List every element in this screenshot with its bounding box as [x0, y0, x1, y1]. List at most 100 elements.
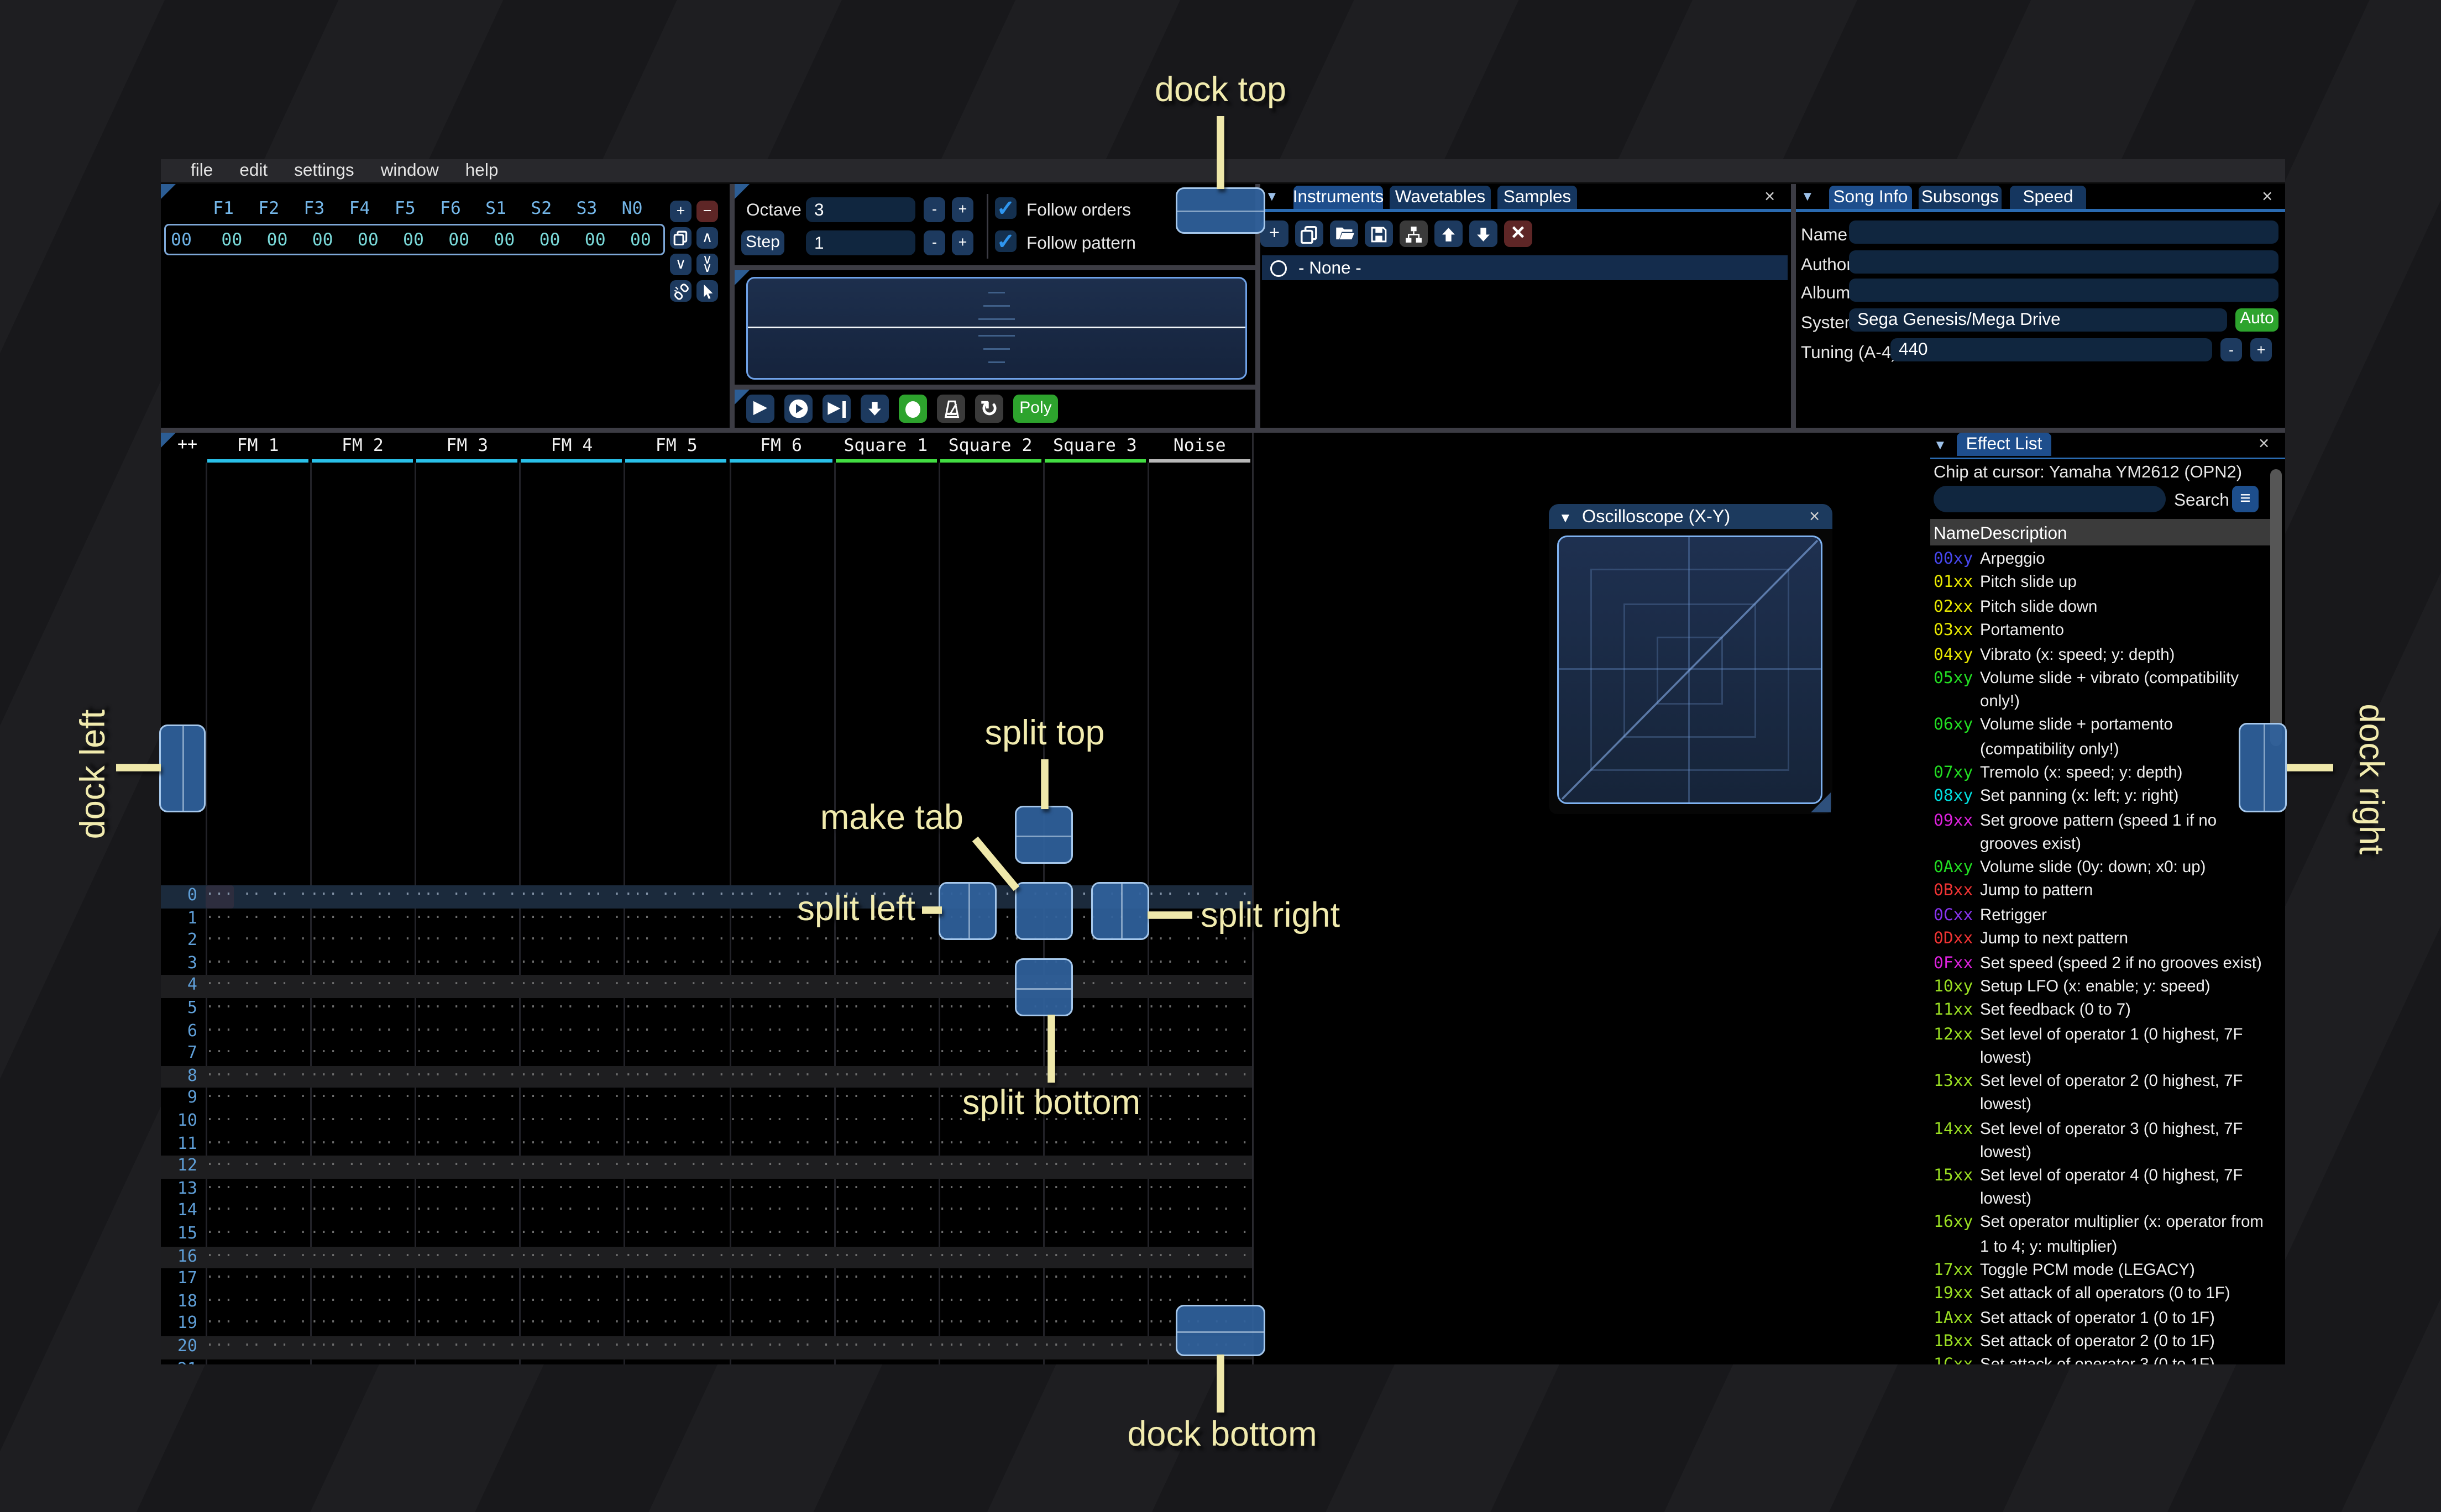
pattern-cell[interactable]: ··· ·· ·· ·· ··: [1148, 1156, 1252, 1179]
split-target-right[interactable]: [1091, 882, 1149, 940]
dock-target-bottom[interactable]: [1176, 1305, 1265, 1356]
order-cell[interactable]: 00: [254, 230, 300, 250]
pattern-cell[interactable]: ··· ·· ·· ·· ··: [1043, 1336, 1147, 1359]
pattern-cell[interactable]: ··· ·· ·· ·· ··: [310, 1246, 415, 1269]
pattern-cell[interactable]: ··· ·· ·· ·· ··: [415, 1201, 520, 1224]
panel-separator[interactable]: [1791, 184, 1796, 428]
oscilloscope-xy-window[interactable]: ▼ Oscilloscope (X-Y) ×: [1549, 504, 1832, 814]
panel-separator[interactable]: [730, 184, 735, 428]
octave-minus-button[interactable]: -: [924, 197, 945, 222]
split-target-top[interactable]: [1015, 806, 1073, 864]
pattern-cell[interactable]: ··· ·· ·· ·· ··: [1148, 1133, 1252, 1156]
pattern-cell[interactable]: ··· ·· ·· ·· ··: [206, 1111, 310, 1133]
panel-separator[interactable]: [735, 385, 1255, 390]
tab-samples[interactable]: Samples: [1497, 186, 1577, 209]
octave-input[interactable]: 3: [806, 197, 915, 222]
step-input[interactable]: 1: [806, 230, 915, 255]
pattern-cell[interactable]: ··· ·· ·· ·· ··: [624, 1336, 729, 1359]
close-icon[interactable]: ×: [2259, 435, 2269, 454]
pattern-cell[interactable]: ··· ·· ·· ·· ··: [206, 1065, 310, 1088]
pattern-cell[interactable]: ··· ·· ·· ·· ··: [938, 1156, 1043, 1179]
pattern-cell[interactable]: ··· ·· ·· ·· ··: [310, 1156, 415, 1179]
pattern-grid[interactable]: 0 ··· ·· ·· · · ·· ·· · · · ·· · · · ·· · · ·· ··…: [161, 463, 1252, 1364]
collapse-icon[interactable]: ▼: [1801, 190, 1814, 204]
pattern-cell[interactable]: ··· ·· ·· ·· ··: [310, 998, 415, 1021]
pattern-cell[interactable]: ··· ·· ·· ·· ··: [415, 1359, 520, 1364]
pattern-cell[interactable]: ··· ·· ·· ·· ··: [938, 1269, 1043, 1292]
pattern-cell[interactable]: ··· ·· ·· ·· ··: [520, 908, 624, 931]
pattern-cell[interactable]: ··· ·· ·· ·· ··: [206, 1269, 310, 1292]
pattern-cell[interactable]: ··· ·· ·· ·· ··: [729, 1291, 833, 1314]
pattern-cell[interactable]: ··· ·· ·· ·· ··: [520, 1291, 624, 1314]
pattern-cell[interactable]: ··· ·· ·· ·· ··: [834, 1291, 938, 1314]
pattern-cell[interactable]: ··· ·· ·· ·· ··: [520, 931, 624, 953]
pattern-cell[interactable]: ··· ·· ·· ·· ··: [1043, 1156, 1147, 1179]
pattern-cell[interactable]: ··· ·· ·· ·· ··: [624, 885, 729, 908]
tab-effect-list[interactable]: Effect List: [1957, 433, 2051, 456]
pattern-cell[interactable]: ··· ·· ·· ·· ··: [1148, 1269, 1252, 1292]
effect-row[interactable]: 03xx Portamento: [1930, 621, 2274, 644]
pattern-cell[interactable]: ··· ·· ·· ·· ··: [415, 1269, 520, 1292]
pattern-cell[interactable]: ··· ·· ·· ·· ··: [834, 1178, 938, 1201]
pattern-cell[interactable]: ··· ·· ·· ·· ··: [1043, 1269, 1147, 1292]
pattern-cell[interactable]: ··· ·· ·· ·· ··: [624, 1111, 729, 1133]
pattern-cell[interactable]: ··· ·· ·· ·· ··: [415, 1314, 520, 1336]
pattern-cell[interactable]: ··· ·· ·· ·· ··: [1148, 1201, 1252, 1224]
dock-target-top[interactable]: [1176, 187, 1265, 234]
pattern-cell[interactable]: ··· ·· ·· ·· ··: [206, 1359, 310, 1364]
channel-header[interactable]: FM 6: [729, 433, 833, 463]
effect-table-header[interactable]: Name Description: [1930, 519, 2274, 545]
dock-target-left[interactable]: [159, 725, 206, 812]
pattern-cell[interactable]: ··· ·· ·· ·· ··: [1148, 1021, 1252, 1043]
effect-row[interactable]: 02xx Pitch slide down: [1930, 596, 2274, 620]
effect-row[interactable]: 1Axx Set attack of operator 1 (0 to 1F): [1930, 1308, 2274, 1331]
pattern-cell[interactable]: ··· ·· ·· ·· ··: [520, 953, 624, 975]
order-cell[interactable]: 00: [436, 230, 481, 250]
pattern-cell[interactable]: ··· ·· ·· ·· ··: [834, 975, 938, 998]
pattern-cell[interactable]: ··· ·· ·· ·· ··: [834, 1359, 938, 1364]
channel-header[interactable]: FM 5: [624, 433, 729, 463]
pattern-cell[interactable]: ··· ·· ·· ·· ··: [729, 1359, 833, 1364]
stop-button[interactable]: [899, 395, 927, 423]
tab-wavetables[interactable]: Wavetables: [1390, 186, 1491, 209]
order-link-button[interactable]: [670, 280, 692, 302]
effect-row[interactable]: 15xx Set level of operator 4 (0 highest,…: [1930, 1166, 2274, 1212]
pattern-cell[interactable]: ··· ·· ·· ·· ··: [834, 1201, 938, 1224]
pattern-cell[interactable]: ··· ·· ·· ·· ··: [1043, 1021, 1147, 1043]
order-move-down-far-button[interactable]: ∨ ∨: [696, 254, 718, 275]
pattern-cell[interactable]: ··· ·· ·· ·· ··: [1043, 1291, 1147, 1314]
tab-instruments[interactable]: Instruments: [1293, 186, 1384, 209]
order-move-down-button[interactable]: ∨: [670, 254, 692, 275]
pattern-cell[interactable]: ··· ·· ·· ·· ··: [938, 1133, 1043, 1156]
pattern-cell[interactable]: ··· ·· ·· ·· ··: [310, 975, 415, 998]
order-cell[interactable]: 00: [481, 230, 527, 250]
make-tab-target[interactable]: [1015, 882, 1073, 940]
pattern-cell[interactable]: ··· ·· ·· ·· ··: [206, 953, 310, 975]
pattern-row[interactable]: 13 ··· ·· ·· · · ·· ·· · · · ·· · · · ·· · · ·· ·…: [161, 1178, 1252, 1201]
pattern-row[interactable]: 11 ··· ·· ·· · · ·· ·· · · · ·· · · · ·· · · ·· ·…: [161, 1133, 1252, 1156]
pattern-cell[interactable]: ··· ·· ·· ·· ··: [520, 885, 624, 908]
pattern-cell[interactable]: ··· ·· ·· ·· ··: [938, 1291, 1043, 1314]
oscilloscope-xy-titlebar[interactable]: ▼ Oscilloscope (X-Y) ×: [1549, 504, 1832, 529]
pattern-cell[interactable]: ··· ·· ·· ·· ··: [624, 1043, 729, 1066]
pattern-row[interactable]: 5 ··· ·· ·· · · ·· ·· · · · ·· · · · ·· · · ·· ··…: [161, 998, 1252, 1021]
pattern-cell[interactable]: ··· ·· ·· ·· ··: [310, 1359, 415, 1364]
menu-hamburger-button[interactable]: ≡: [2232, 486, 2259, 512]
order-cell[interactable]: 00: [391, 230, 436, 250]
pattern-cell[interactable]: ··· ·· ·· ·· ··: [624, 953, 729, 975]
order-duplicate-button[interactable]: [670, 227, 692, 249]
pattern-row[interactable]: 21··· ·· ·· ·· ····· ·· ·· ·· ····· ·· ·…: [161, 1359, 1252, 1364]
pattern-editor[interactable]: ++ FM 1 FM 2 FM 3 FM 4 FM 5 FM 6 Square …: [161, 433, 1252, 1364]
pattern-cell[interactable]: ··· ·· ·· ·· ··: [938, 1224, 1043, 1246]
pattern-row[interactable]: 14 ··· ·· ·· · · ·· ·· · · · ·· · · · ·· · · ·· ·…: [161, 1201, 1252, 1224]
pattern-cell[interactable]: ··· ·· ·· ·· ··: [729, 1043, 833, 1066]
pattern-cell[interactable]: ··· ·· ·· ·· ··: [938, 1178, 1043, 1201]
system-field[interactable]: Sega Genesis/Mega Drive: [1849, 308, 2227, 332]
pattern-cell[interactable]: ··· ·· ·· ·· ··: [834, 931, 938, 953]
channel-header[interactable]: Noise: [1148, 433, 1252, 463]
order-move-up-button[interactable]: ∧: [696, 227, 718, 249]
effect-row[interactable]: 17xx Toggle PCM mode (LEGACY): [1930, 1259, 2274, 1283]
play-pattern-button[interactable]: [784, 395, 813, 423]
pattern-cell[interactable]: ··· ·· ·· ·· ··: [520, 1201, 624, 1224]
pattern-cell[interactable]: ··· ·· ·· ·· ··: [520, 975, 624, 998]
